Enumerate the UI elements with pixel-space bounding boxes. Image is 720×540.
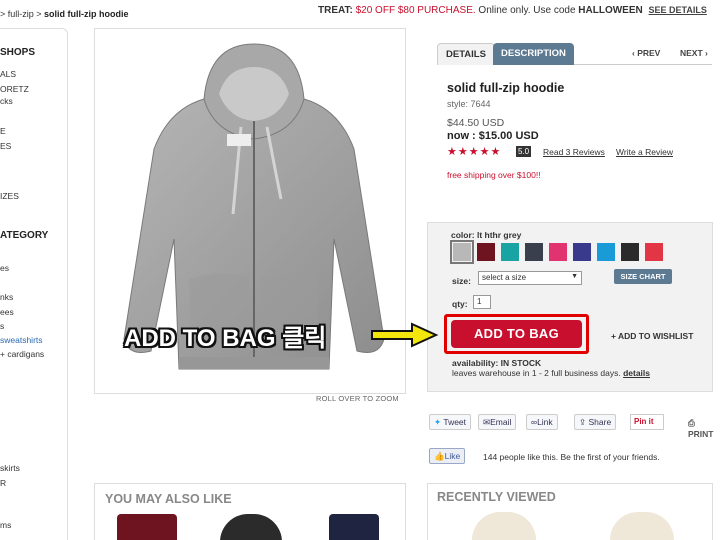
product-style: style: 7644 (447, 99, 491, 109)
product-thumbnail[interactable] (220, 514, 282, 540)
size-select[interactable]: select a size ▼ (478, 271, 582, 285)
rating-score: 5.0 (516, 146, 532, 157)
email-label: Email (490, 417, 512, 427)
color-swatch[interactable] (477, 243, 495, 261)
size-label: size: (452, 276, 471, 286)
chevron-down-icon: ▼ (571, 273, 578, 280)
tweet-button[interactable]: ✦ Tweet (429, 414, 472, 430)
prev-link[interactable]: ‹ PREV (632, 48, 660, 58)
arrow-right-icon (371, 322, 439, 348)
qty-input[interactable]: 1 (473, 295, 491, 309)
detail-tabs: DETAILS DESCRIPTION (437, 43, 712, 65)
color-swatch[interactable] (645, 243, 663, 261)
sidebar-item[interactable]: nks (0, 292, 13, 302)
color-swatch[interactable] (450, 240, 474, 264)
tab-details[interactable]: DETAILS (437, 43, 495, 65)
color-swatch[interactable] (501, 243, 519, 261)
add-to-bag-button[interactable]: ADD TO BAG (451, 320, 582, 348)
original-price: $44.50 USD (447, 117, 505, 129)
color-swatch[interactable] (621, 243, 639, 261)
link-button[interactable]: ∞Link (526, 414, 558, 430)
sidebar-item[interactable]: ORETZ (0, 84, 29, 94)
share-icon: ⇪ (579, 417, 587, 427)
like-label: Like (444, 451, 461, 461)
size-select-value: select a size (482, 273, 527, 282)
breadcrumb-prefix[interactable]: > full-zip > (0, 9, 44, 19)
annotation-label: ADD TO BAG 클릭 (124, 325, 327, 352)
color-swatch[interactable] (549, 243, 567, 261)
read-reviews-link[interactable]: Read 3 Reviews (543, 147, 605, 157)
email-button[interactable]: ✉Email (478, 414, 517, 430)
link-label: Link (537, 417, 553, 427)
also-like-panel: YOU MAY ALSO LIKE (94, 483, 406, 540)
qty-label: qty: (452, 299, 468, 309)
leaves-note: leaves warehouse in 1 - 2 full business … (452, 368, 650, 378)
share-label: Share (588, 417, 612, 427)
twitter-icon: ✦ (434, 417, 442, 427)
promo-label: TREAT: (318, 5, 353, 16)
product-thumbnail[interactable] (117, 514, 177, 540)
sidebar-item[interactable]: s (0, 321, 4, 331)
promo-middle: Online only. Use code (478, 5, 576, 16)
tab-description[interactable]: DESCRIPTION (493, 43, 574, 65)
sidebar-item[interactable]: skirts (0, 463, 20, 473)
zoom-note: ROLL OVER TO ZOOM (316, 394, 399, 403)
sidebar-item[interactable]: ES (0, 141, 11, 151)
rating-stars-icon: ★★★★★ (447, 146, 502, 158)
color-label: color: lt hthr grey (451, 230, 522, 240)
product-thumbnail[interactable] (610, 512, 674, 540)
next-link[interactable]: NEXT › (680, 48, 708, 58)
recently-viewed-title: RECENTLY VIEWED (437, 490, 556, 504)
color-swatch[interactable] (597, 243, 615, 261)
sidebar-item[interactable]: ms (0, 520, 11, 530)
color-swatch[interactable] (573, 243, 591, 261)
tweet-label: Tweet (443, 417, 467, 427)
product-thumbnail[interactable] (472, 512, 536, 540)
sidebar-item[interactable]: es (0, 263, 9, 273)
color-swatch[interactable] (525, 243, 543, 261)
product-thumbnail[interactable] (329, 514, 379, 540)
breadcrumb-current: solid full-zip hoodie (44, 9, 129, 19)
facebook-like-button[interactable]: 👍Like (429, 448, 466, 464)
add-to-wishlist-link[interactable]: + ADD TO WISHLIST (611, 331, 693, 341)
sidebar-heading-shops: SHOPS (0, 47, 36, 58)
sidebar-item[interactable]: E (0, 126, 6, 136)
see-details-link[interactable]: SEE DETAILS (649, 5, 707, 15)
shipping-note: free shipping over $100!! (447, 170, 541, 180)
sale-price: now : $15.00 USD (447, 130, 539, 142)
sidebar-item-sweatshirts[interactable]: sweatshirts (0, 335, 43, 345)
sidebar-item[interactable]: cks (0, 96, 13, 106)
write-review-link[interactable]: Write a Review (616, 147, 673, 157)
sidebar-item[interactable]: ALS (0, 69, 16, 79)
sidebar-heading-category: ATEGORY (0, 230, 49, 241)
sidebar: SHOPS ALS ORETZ cks E ES IZES ATEGORY es… (0, 28, 68, 540)
breadcrumb: > full-zip > solid full-zip hoodie (0, 9, 129, 19)
printer-icon: ⎙ (688, 418, 695, 428)
sidebar-item[interactable]: R (0, 478, 6, 488)
recently-viewed-panel: RECENTLY VIEWED (427, 483, 713, 540)
availability: availability: IN STOCK (452, 358, 542, 368)
size-chart-button[interactable]: SIZE CHART (614, 269, 672, 284)
facebook-like-count: 144 people like this. Be the first of yo… (483, 452, 660, 462)
leaves-text: leaves warehouse in 1 - 2 full business … (452, 368, 621, 378)
promo-offer: $20 OFF $80 PURCHASE. (355, 5, 476, 16)
sidebar-item[interactable]: ees (0, 307, 14, 317)
product-title: solid full-zip hoodie (447, 81, 565, 95)
thumbs-up-icon: 👍 (434, 451, 445, 461)
sidebar-item[interactable]: IZES (0, 191, 19, 201)
pin-it-button[interactable]: Pin it (630, 414, 664, 430)
promo-code: HALLOWEEN (578, 5, 643, 16)
print-label: PRINT (688, 429, 714, 439)
sidebar-item[interactable]: + cardigans (0, 349, 44, 359)
details-link[interactable]: details (623, 368, 650, 378)
print-button[interactable]: ⎙ PRINT (688, 418, 720, 439)
also-like-title: YOU MAY ALSO LIKE (105, 492, 232, 506)
promo-banner: TREAT: $20 OFF $80 PURCHASE. Online only… (318, 5, 707, 16)
share-button[interactable]: ⇪ Share (574, 414, 617, 430)
